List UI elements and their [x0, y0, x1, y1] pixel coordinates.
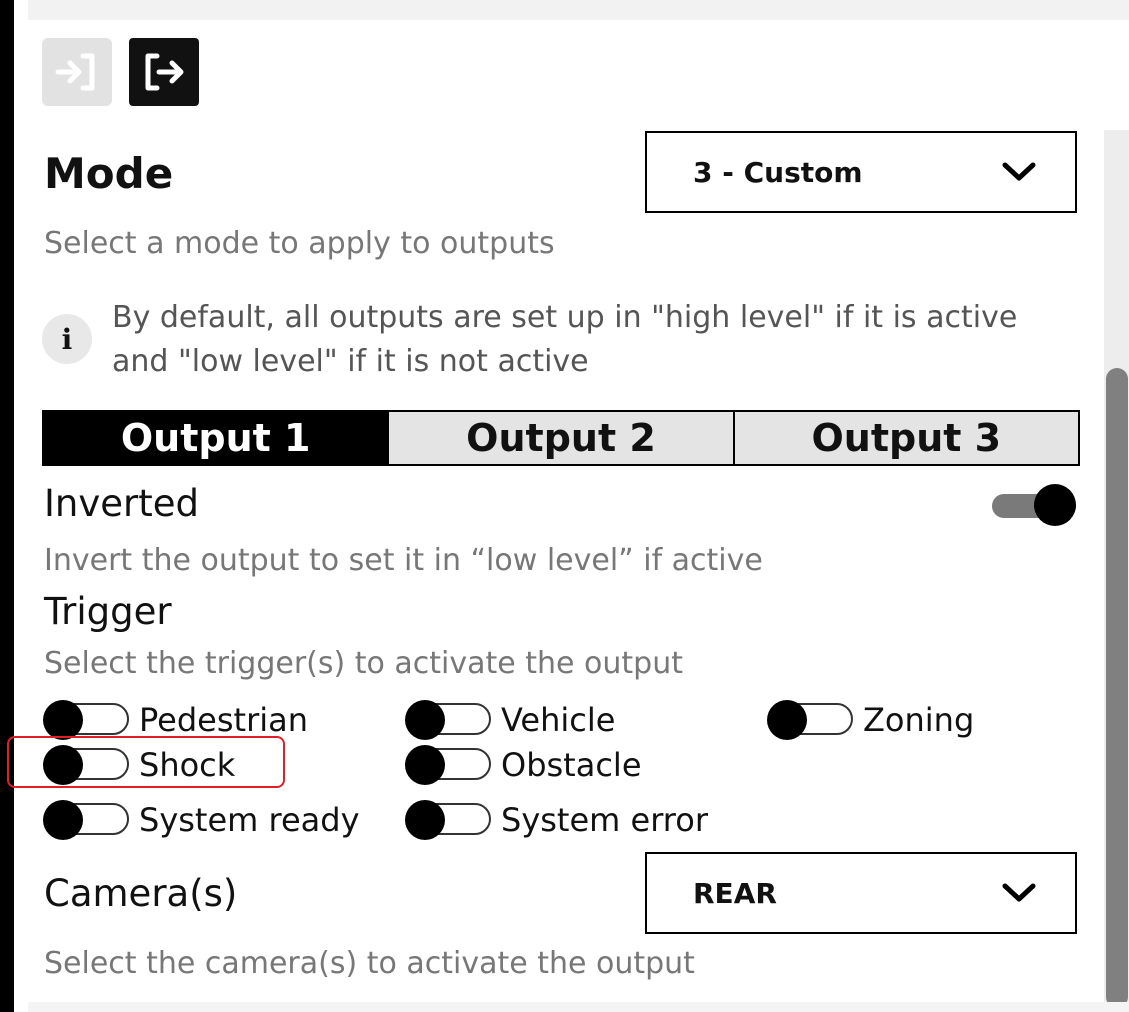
- chevron-down-icon: [1001, 882, 1037, 904]
- trigger-toggle-system-ready[interactable]: System ready: [43, 800, 360, 840]
- trigger-toggle-obstacle[interactable]: Obstacle: [405, 745, 642, 785]
- inverted-toggle-knob: [1034, 484, 1076, 526]
- inverted-label: Inverted: [44, 482, 199, 525]
- tab-output-2[interactable]: Output 2: [387, 412, 733, 464]
- mode-title: Mode: [44, 149, 174, 198]
- toggle-switch: [43, 800, 131, 840]
- mode-description: Select a mode to apply to outputs: [44, 226, 555, 261]
- trigger-label: Trigger: [44, 590, 172, 633]
- logout-icon: [145, 53, 184, 91]
- logout-button[interactable]: [129, 38, 199, 106]
- tab-output-3[interactable]: Output 3: [732, 412, 1078, 464]
- camera-select[interactable]: REAR: [645, 852, 1077, 934]
- chevron-down-icon: [1001, 161, 1037, 183]
- inverted-toggle[interactable]: [992, 484, 1080, 526]
- trigger-toggle-pedestrian[interactable]: Pedestrian: [43, 700, 308, 740]
- camera-label: Camera(s): [44, 872, 238, 915]
- toggle-switch: [405, 800, 493, 840]
- trigger-label-obstacle: Obstacle: [501, 746, 642, 784]
- toggle-switch: [767, 700, 855, 740]
- toggle-switch: [405, 700, 493, 740]
- tab-output-1[interactable]: Output 1: [44, 412, 388, 464]
- info-icon: i: [42, 314, 92, 364]
- login-icon: [55, 53, 95, 91]
- mode-select[interactable]: 3 - Custom: [645, 131, 1077, 213]
- trigger-label-pedestrian: Pedestrian: [139, 701, 308, 739]
- trigger-label-system-ready: System ready: [139, 801, 360, 839]
- camera-select-value: REAR: [693, 876, 777, 910]
- trigger-toggle-zoning[interactable]: Zoning: [767, 700, 974, 740]
- toggle-switch: [43, 700, 131, 740]
- top-strip: [28, 0, 1129, 20]
- camera-description: Select the camera(s) to activate the out…: [44, 946, 695, 981]
- info-text: By default, all outputs are set up in "h…: [112, 300, 1018, 379]
- trigger-description: Select the trigger(s) to activate the ou…: [44, 646, 683, 681]
- inverted-description: Invert the output to set it in “low leve…: [44, 543, 763, 578]
- toggle-switch: [405, 745, 493, 785]
- trigger-label-vehicle: Vehicle: [501, 701, 616, 739]
- scrollbar-thumb[interactable]: [1106, 368, 1128, 1008]
- login-button[interactable]: [42, 38, 112, 106]
- trigger-toggle-vehicle[interactable]: Vehicle: [405, 700, 615, 740]
- trigger-label-system-error: System error: [501, 801, 708, 839]
- bottom-strip: [28, 1002, 1129, 1012]
- mode-select-value: 3 - Custom: [693, 155, 863, 189]
- output-tabs: Output 1 Output 2 Output 3: [42, 410, 1080, 466]
- shock-highlight-box: [7, 736, 285, 788]
- left-edge-bar: [0, 0, 14, 1012]
- trigger-label-zoning: Zoning: [863, 701, 975, 739]
- trigger-toggle-system-error[interactable]: System error: [405, 800, 708, 840]
